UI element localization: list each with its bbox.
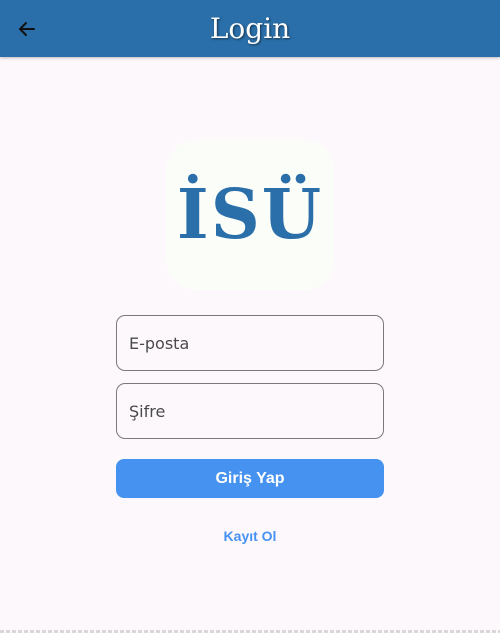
login-button[interactable]: Giriş Yap — [116, 459, 384, 498]
app-bar: Login — [0, 0, 500, 57]
password-field[interactable] — [116, 383, 384, 439]
page-title: Login — [209, 12, 291, 45]
email-field[interactable] — [116, 315, 384, 371]
logo: İSÜ — [166, 140, 334, 290]
password-input[interactable] — [117, 384, 369, 438]
email-input[interactable] — [117, 316, 369, 370]
register-link[interactable]: Kayıt Ol — [200, 526, 300, 546]
logo-text: İSÜ — [176, 175, 324, 255]
